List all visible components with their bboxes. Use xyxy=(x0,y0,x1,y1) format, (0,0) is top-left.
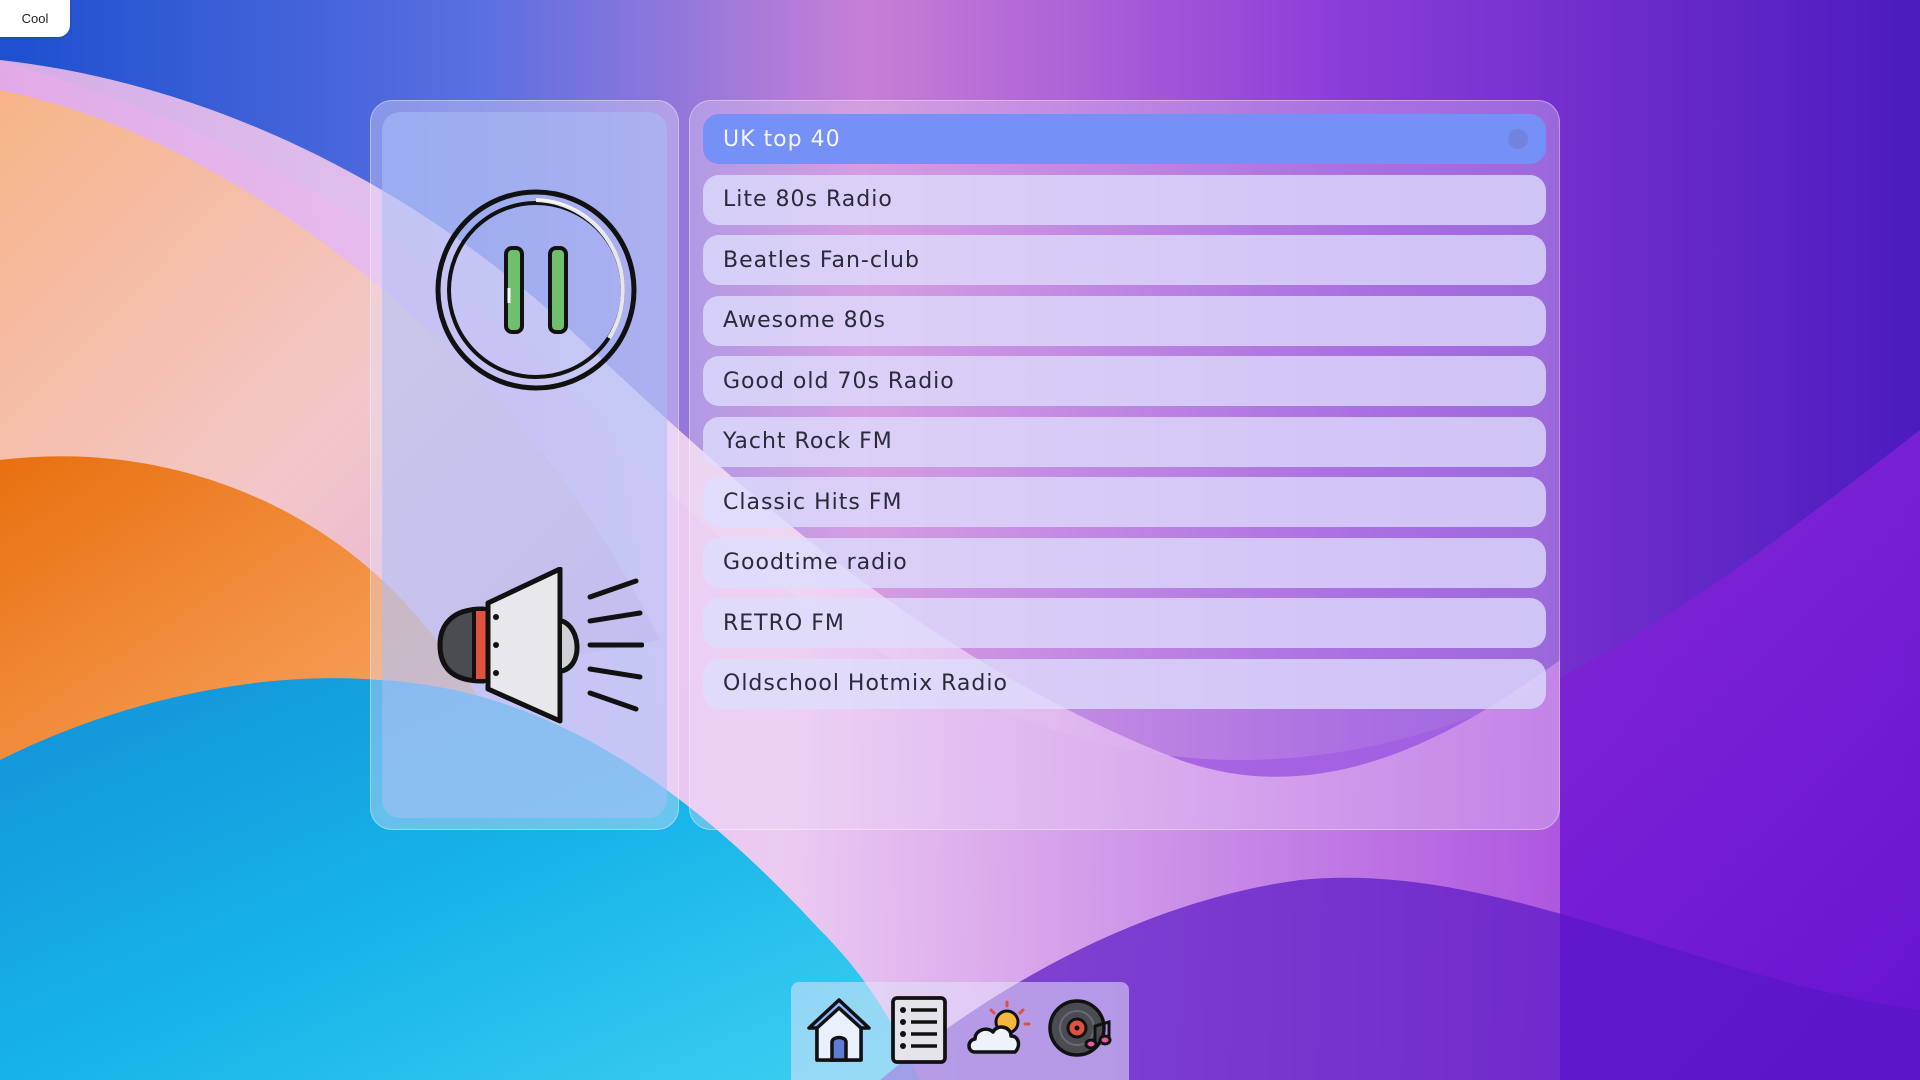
station-item[interactable]: RETRO FM xyxy=(703,598,1546,648)
music-button[interactable] xyxy=(1047,996,1115,1064)
speaker-icon xyxy=(437,567,644,724)
cool-tab[interactable]: Cool xyxy=(0,0,70,37)
selected-indicator xyxy=(1508,129,1528,149)
station-item[interactable]: Awesome 80s xyxy=(703,295,1546,346)
pause-button[interactable] xyxy=(434,188,638,392)
station-label: Good old 70s Radio xyxy=(723,368,955,394)
station-item[interactable]: Good old 70s Radio xyxy=(703,356,1546,406)
station-label: Lite 80s Radio xyxy=(723,187,893,212)
station-label: UK top 40 xyxy=(723,126,841,152)
music-disc-icon xyxy=(1048,999,1112,1057)
station-label: RETRO FM xyxy=(723,610,845,636)
weather-button[interactable] xyxy=(965,996,1033,1064)
pause-icon xyxy=(435,189,637,391)
player-control-inner xyxy=(382,112,667,818)
weather-icon xyxy=(967,1000,1031,1054)
player-control-panel xyxy=(370,100,679,830)
volume-button[interactable] xyxy=(432,567,644,732)
station-item[interactable]: Goodtime radio xyxy=(703,537,1546,588)
dock xyxy=(791,982,1129,1080)
station-label: Beatles Fan-club xyxy=(723,247,920,273)
station-item[interactable]: UK top 40 xyxy=(703,114,1546,164)
station-item[interactable]: Lite 80s Radio xyxy=(703,174,1546,225)
station-label: Goodtime radio xyxy=(723,550,908,575)
station-item[interactable]: Oldschool Hotmix Radio xyxy=(703,658,1546,709)
desktop: Cool UK top 40 Lite 80s Radio Beatles Fa… xyxy=(0,0,1920,1080)
station-item[interactable]: Beatles Fan-club xyxy=(703,235,1546,285)
station-label: Oldschool Hotmix Radio xyxy=(723,671,1008,696)
station-label: Yacht Rock FM xyxy=(723,429,893,454)
station-list: UK top 40 Lite 80s Radio Beatles Fan-club A… xyxy=(703,114,1546,719)
list-icon xyxy=(891,996,947,1064)
station-item[interactable]: Classic Hits FM xyxy=(703,477,1546,527)
home-button[interactable] xyxy=(805,996,873,1064)
station-list-panel: UK top 40 Lite 80s Radio Beatles Fan-club A… xyxy=(689,100,1560,830)
home-icon xyxy=(807,998,871,1062)
list-button[interactable] xyxy=(885,996,953,1064)
station-label: Classic Hits FM xyxy=(723,489,903,515)
station-label: Awesome 80s xyxy=(723,308,887,333)
station-item[interactable]: Yacht Rock FM xyxy=(703,416,1546,467)
